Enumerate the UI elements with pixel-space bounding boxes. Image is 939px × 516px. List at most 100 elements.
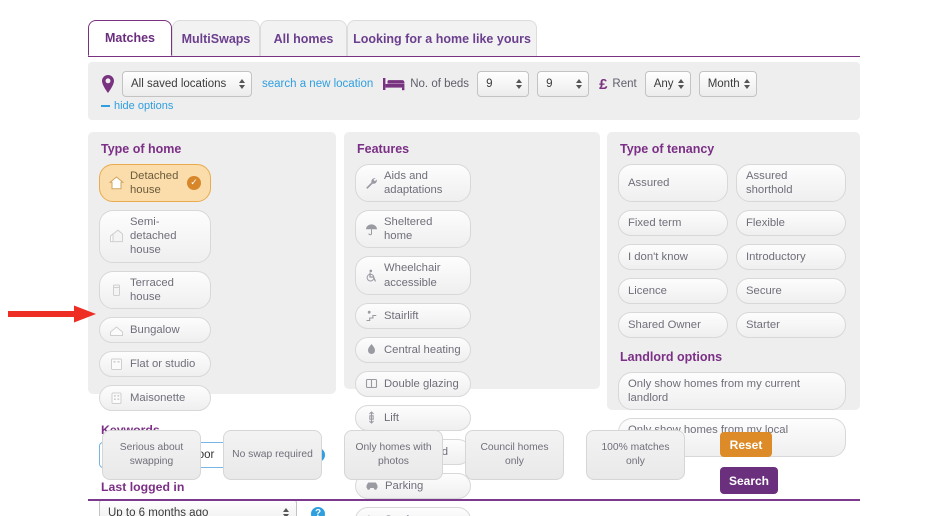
chip-double-glazing[interactable]: Double glazing	[355, 370, 471, 397]
type-of-tenancy-panel: Type of tenancy Assured Assured shorthol…	[607, 132, 860, 457]
chip-i-dont-know-label: I don't know	[628, 251, 688, 264]
search-filter-bar: All saved locations search a new locatio…	[88, 62, 860, 120]
landlord-options-title: Landlord options	[620, 350, 723, 365]
reset-button[interactable]: Reset	[720, 432, 772, 457]
last-logged-in-value: Up to 6 months ago	[108, 506, 209, 516]
chip-detached-house[interactable]: Detached house ✓	[99, 164, 211, 203]
quick-filter-council-label: Council homes only	[480, 442, 549, 467]
bed-icon	[383, 77, 410, 91]
maisonette-icon	[109, 391, 124, 405]
chip-terraced-house[interactable]: Terraced house	[99, 270, 211, 309]
tab-multiswaps-label: MultiSwaps	[181, 31, 251, 46]
chip-assured-shorthold-label: Assured shorthold	[746, 170, 793, 197]
chip-licence[interactable]: Licence	[618, 278, 728, 305]
location-pin-icon	[101, 75, 122, 93]
detached-house-icon	[109, 176, 124, 190]
select-arrows-icon	[516, 79, 523, 89]
rent-period-value: Month	[707, 78, 740, 90]
chip-flat-or-studio-label: Flat or studio	[130, 357, 196, 370]
chip-stairlift-label: Stairlift	[384, 309, 419, 322]
chip-maisonette-label: Maisonette	[130, 391, 186, 404]
tab-multiswaps[interactable]: MultiSwaps	[172, 20, 260, 56]
help-question-icon-last-logged[interactable]: ?	[311, 506, 325, 516]
beds-min-value: 9	[486, 78, 493, 90]
quick-filter-only-homes-with-photos[interactable]: Only homes with photos	[344, 430, 443, 480]
chip-bungalow[interactable]: Bungalow	[99, 316, 211, 343]
chip-fixed-term-label: Fixed term	[628, 217, 682, 230]
tab-matches-label: Matches	[104, 31, 156, 45]
chip-terraced-house-label: Terraced house	[130, 276, 174, 303]
chip-bungalow-label: Bungalow	[130, 323, 180, 336]
beds-label: No. of beds	[410, 78, 470, 90]
saved-locations-value: All saved locations	[131, 78, 227, 90]
chip-wheelchair-accessible[interactable]: Wheelchair accessible	[355, 256, 471, 295]
lift-icon	[365, 411, 378, 424]
search-button[interactable]: Search	[720, 467, 778, 494]
chip-i-dont-know[interactable]: I don't know	[618, 244, 728, 271]
tab-all-homes[interactable]: All homes	[260, 20, 347, 56]
rent-amount-select[interactable]: Any	[644, 71, 691, 97]
pound-sign-icon: £	[599, 75, 608, 93]
chip-aids-and-adaptations-label: Aids and adaptations	[384, 170, 443, 197]
search-new-location-link[interactable]: search a new location	[262, 78, 373, 90]
chip-current-landlord[interactable]: Only show homes from my current landlord	[618, 372, 846, 411]
beds-max-value: 9	[546, 78, 553, 90]
chip-secure[interactable]: Secure	[736, 278, 846, 305]
select-arrows-icon	[677, 79, 684, 89]
type-of-tenancy-title: Type of tenancy	[620, 142, 715, 156]
saved-locations-select[interactable]: All saved locations	[122, 71, 252, 97]
beds-min-select[interactable]: 9	[477, 71, 530, 97]
quick-filter-council-homes-only[interactable]: Council homes only	[465, 430, 564, 480]
tab-bar: Matches MultiSwaps All homes Looking for…	[88, 20, 860, 56]
tab-looking-label: Looking for a home like yours	[353, 31, 531, 46]
last-logged-in-label: Last logged in	[101, 479, 185, 494]
chip-current-landlord-label: Only show homes from my current landlord	[628, 378, 801, 405]
chip-licence-label: Licence	[628, 285, 667, 298]
annotation-arrow-icon	[8, 305, 96, 323]
chip-shared-owner[interactable]: Shared Owner	[618, 312, 728, 339]
tab-underline	[88, 55, 860, 57]
features-title: Features	[357, 142, 410, 156]
chip-maisonette[interactable]: Maisonette	[99, 384, 211, 411]
chip-lift[interactable]: Lift	[355, 404, 471, 431]
hide-options-toggle[interactable]: hide options	[101, 100, 173, 112]
tab-matches[interactable]: Matches	[88, 20, 172, 56]
chip-fixed-term[interactable]: Fixed term	[618, 210, 728, 237]
chip-assured[interactable]: Assured	[618, 164, 728, 203]
chip-semi-detached-house[interactable]: Semi-detached house	[99, 210, 211, 263]
quick-filter-serious-about-swapping[interactable]: Serious about swapping	[102, 430, 201, 480]
rent-label: Rent	[612, 78, 637, 90]
bungalow-icon	[109, 323, 124, 337]
chip-central-heating[interactable]: Central heating	[355, 336, 471, 363]
chip-flat-or-studio[interactable]: Flat or studio	[99, 350, 211, 377]
quick-filter-no-swap-required[interactable]: No swap required	[223, 430, 322, 480]
minus-icon	[101, 104, 110, 108]
last-logged-in-select[interactable]: Up to 6 months ago	[99, 498, 297, 516]
tab-looking-for-home-like-yours[interactable]: Looking for a home like yours	[347, 20, 537, 56]
chip-wheelchair-accessible-label: Wheelchair accessible	[384, 262, 441, 289]
select-arrows-icon	[239, 79, 245, 89]
chip-flexible[interactable]: Flexible	[736, 210, 846, 237]
quick-filter-100-percent-matches-only[interactable]: 100% matches only	[586, 430, 685, 480]
chip-starter[interactable]: Starter	[736, 312, 846, 339]
chip-introductory[interactable]: Introductory	[736, 244, 846, 271]
rent-period-select[interactable]: Month	[698, 71, 757, 97]
chip-garden-label: Garden	[384, 513, 422, 516]
umbrella-icon	[365, 223, 378, 236]
chip-stairlift[interactable]: Stairlift	[355, 302, 471, 329]
chip-assured-label: Assured	[628, 177, 670, 190]
chip-aids-and-adaptations[interactable]: Aids and adaptations	[355, 164, 471, 203]
type-of-home-title: Type of home	[101, 142, 182, 156]
chip-garden[interactable]: Garden	[355, 506, 471, 516]
tenancy-options: Assured Assured shorthold Fixed term Fle…	[618, 164, 849, 339]
beds-max-select[interactable]: 9	[537, 71, 590, 97]
tab-all-homes-label: All homes	[273, 31, 334, 46]
select-arrows-icon	[576, 79, 583, 89]
chip-semi-detached-house-label: Semi-detached house	[130, 216, 177, 257]
chip-secure-label: Secure	[746, 285, 782, 298]
chip-sheltered-home[interactable]: Sheltered home	[355, 210, 471, 249]
quick-filter-photos-label: Only homes with photos	[355, 442, 432, 467]
chip-assured-shorthold[interactable]: Assured shorthold	[736, 164, 846, 203]
terraced-house-icon	[109, 283, 124, 297]
chip-sheltered-home-label: Sheltered home	[384, 216, 433, 243]
